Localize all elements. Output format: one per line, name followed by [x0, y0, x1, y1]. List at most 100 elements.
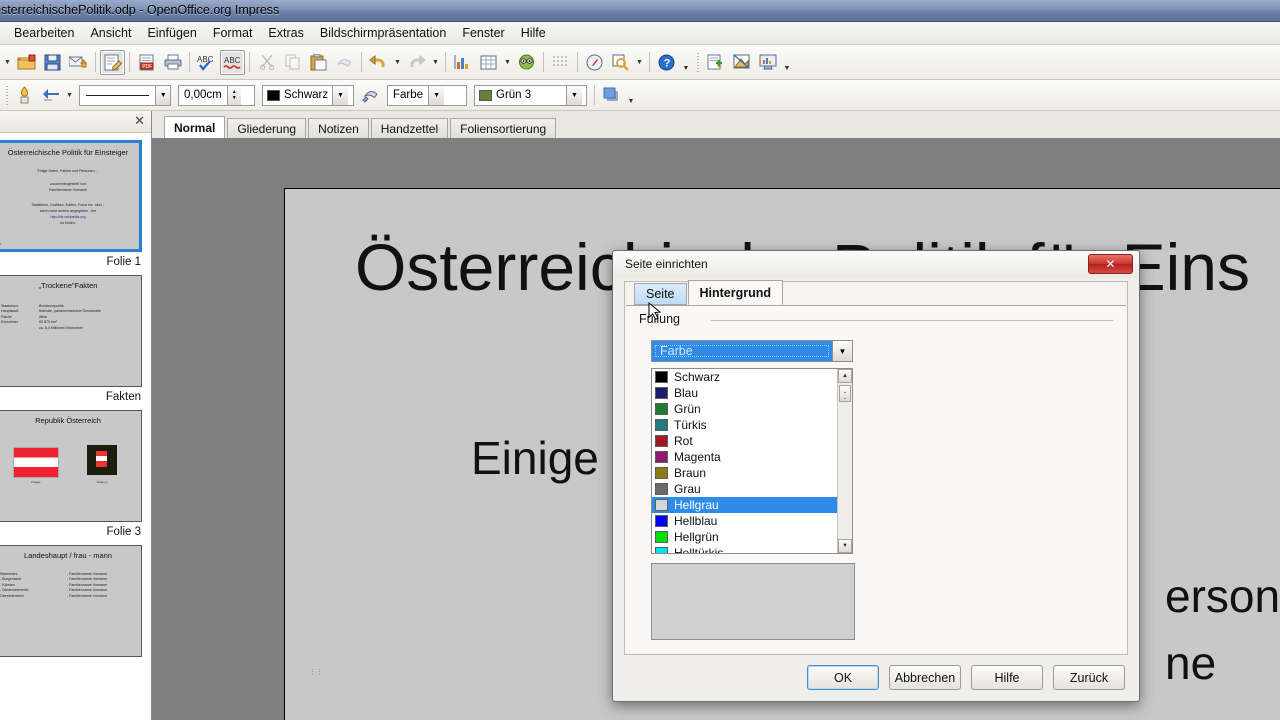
menu-item-fenster[interactable]: Fenster [454, 23, 512, 43]
spellcheck-icon[interactable]: ABC [194, 50, 219, 75]
redo-icon[interactable] [404, 50, 429, 75]
insert-chart-icon[interactable] [450, 50, 475, 75]
slide-thumbnail[interactable]: Österreichische Politik für Einsteiger E… [0, 140, 142, 252]
chevron-down-icon[interactable]: ▼ [332, 85, 348, 105]
slide-panel-list[interactable]: Österreichische Politik für Einsteiger E… [0, 133, 151, 720]
ok-button[interactable]: OK [807, 665, 879, 690]
export-pdf-icon[interactable]: PDF [134, 50, 159, 75]
color-list-item[interactable]: Hellgrau [652, 497, 837, 513]
cut-icon[interactable] [254, 50, 279, 75]
slide-label: Folie 1 [106, 256, 141, 268]
toolbar-overflow-arrow-2[interactable]: ▼ [781, 50, 793, 75]
color-list-item[interactable]: Grün [652, 401, 837, 417]
slide-layout-icon[interactable] [729, 50, 754, 75]
line-width-field[interactable]: 0,00cm ▲ ▼ [178, 84, 255, 106]
gallery-icon[interactable] [514, 50, 539, 75]
slide-thumbnail[interactable]: „Trockene”Fakten Staatsform Hauptstadt Flä… [0, 275, 142, 387]
menu-item-hilfe[interactable]: Hilfe [513, 23, 554, 43]
open-icon[interactable] [14, 50, 39, 75]
zoom-icon[interactable] [608, 50, 633, 75]
autospellcheck-icon[interactable]: ABC [220, 49, 245, 75]
line-width-spinner[interactable]: ▲ ▼ [226, 85, 241, 105]
color-list-item[interactable]: Magenta [652, 449, 837, 465]
display-grid-icon[interactable] [548, 50, 573, 75]
color-listbox[interactable]: Schwarz Blau Grün Türkis Rot Magenta Braun Grau… [651, 368, 853, 554]
help-icon[interactable]: ? [654, 50, 679, 75]
chevron-down-icon[interactable]: ▼ [428, 85, 445, 105]
toolbar2-overflow-arrow[interactable]: ▼ [625, 83, 637, 108]
color-list-item[interactable]: Türkis [652, 417, 837, 433]
tab-gliederung[interactable]: Gliederung [227, 118, 307, 138]
toolbar-overflow-arrow[interactable]: ▼ [680, 50, 692, 75]
menu-item-bildschirmpraesentation[interactable]: Bildschirmpräsentation [312, 23, 454, 43]
chevron-down-icon[interactable]: ▼ [155, 85, 170, 105]
menu-item-ansicht[interactable]: Ansicht [82, 23, 139, 43]
insert-table-dropdown-arrow[interactable]: ▼ [502, 50, 513, 75]
chevron-down-icon[interactable]: ▼ [566, 85, 582, 105]
color-list-item[interactable]: Braun [652, 465, 837, 481]
menu-item-einfuegen[interactable]: Einfügen [139, 23, 204, 43]
undo-dropdown-arrow[interactable]: ▼ [392, 50, 403, 75]
color-list-item[interactable]: Grau [652, 481, 837, 497]
line-color-select[interactable]: Schwarz ▼ [262, 84, 354, 106]
new-dropdown-arrow[interactable]: ▼ [2, 50, 13, 75]
help-button[interactable]: Hilfe [971, 665, 1043, 690]
fill-color-select[interactable]: Grün 3 ▼ [474, 84, 587, 106]
menu-item-extras[interactable]: Extras [260, 23, 311, 43]
color-list-item[interactable]: Schwarz [652, 369, 837, 385]
print-icon[interactable] [160, 50, 185, 75]
new-slide-icon[interactable] [703, 50, 728, 75]
menu-item-bearbeiten[interactable]: Bearbeiten [6, 23, 82, 43]
scrollbar-thumb[interactable] [839, 385, 851, 402]
paste-icon[interactable] [306, 50, 331, 75]
arrow-style-icon[interactable] [38, 83, 63, 108]
slide-thumbnail[interactable]: Landeshaupt / frau - mann Steiermark - Bu… [0, 545, 142, 657]
styles-icon[interactable] [12, 83, 37, 108]
toolbar-grip[interactable] [696, 51, 701, 73]
toolbar2-grip[interactable] [5, 84, 10, 106]
reset-button[interactable]: Zurück [1053, 665, 1125, 690]
edit-mode-icon[interactable] [100, 49, 125, 75]
redo-dropdown-arrow[interactable]: ▼ [430, 50, 441, 75]
clone-formatting-icon[interactable] [332, 50, 357, 75]
helplines-icon[interactable] [582, 50, 607, 75]
undo-icon[interactable] [366, 50, 391, 75]
arrow-style-dropdown-arrow[interactable]: ▼ [64, 83, 75, 108]
color-list-items[interactable]: Schwarz Blau Grün Türkis Rot Magenta Braun Grau… [652, 369, 837, 553]
scroll-up-button[interactable]: ▲ [838, 369, 852, 383]
color-list-item[interactable]: Hellblau [652, 513, 837, 529]
shadow-icon[interactable] [599, 83, 624, 108]
color-list-item[interactable]: Helltürkis [652, 545, 837, 553]
start-slideshow-icon[interactable] [755, 50, 780, 75]
tab-notizen[interactable]: Notizen [308, 118, 369, 138]
page-setup-dialog[interactable]: Seite einrichten ✕ Seite Hintergrund Fül… [612, 250, 1140, 702]
vertical-handle-dots[interactable]: ⋮⋮ [309, 668, 323, 676]
tab-handzettel[interactable]: Handzettel [370, 118, 449, 138]
save-icon[interactable] [40, 50, 65, 75]
menu-item-format[interactable]: Format [205, 23, 261, 43]
slide-subtitle-left[interactable]: Einige [471, 431, 599, 485]
email-document-icon[interactable] [66, 50, 91, 75]
tab-hintergrund[interactable]: Hintergrund [687, 280, 784, 305]
color-list-item[interactable]: Blau [652, 385, 837, 401]
copy-icon[interactable] [280, 50, 305, 75]
insert-table-icon[interactable] [476, 50, 501, 75]
slide-subtitle-right[interactable]: ersone [1165, 569, 1280, 623]
fill-type-select[interactable]: Farbe ▼ [387, 84, 467, 106]
zoom-dropdown-arrow[interactable]: ▼ [634, 50, 645, 75]
line-style-select[interactable]: ▼ [79, 84, 171, 106]
color-list-item[interactable]: Rot [652, 433, 837, 449]
fill-type-dropdown[interactable]: Farbe ▼ [651, 340, 853, 362]
color-list-item[interactable]: Hellgrün [652, 529, 837, 545]
slide-frag-2[interactable]: ne [1165, 636, 1216, 690]
cancel-button[interactable]: Abbrechen [889, 665, 961, 690]
close-icon[interactable]: ✕ [1088, 254, 1133, 274]
chevron-down-icon[interactable]: ▼ [832, 341, 852, 361]
close-icon[interactable]: ✕ [134, 113, 145, 129]
listbox-scrollbar[interactable]: ▲ ▼ [837, 369, 852, 553]
area-style-icon[interactable] [358, 83, 383, 108]
slide-thumbnail[interactable]: Republik Österreich Flagge Wappen 3 [0, 410, 142, 522]
scroll-down-button[interactable]: ▼ [838, 539, 852, 553]
tab-foliensortierung[interactable]: Foliensortierung [450, 118, 557, 138]
tab-normal[interactable]: Normal [164, 116, 226, 138]
